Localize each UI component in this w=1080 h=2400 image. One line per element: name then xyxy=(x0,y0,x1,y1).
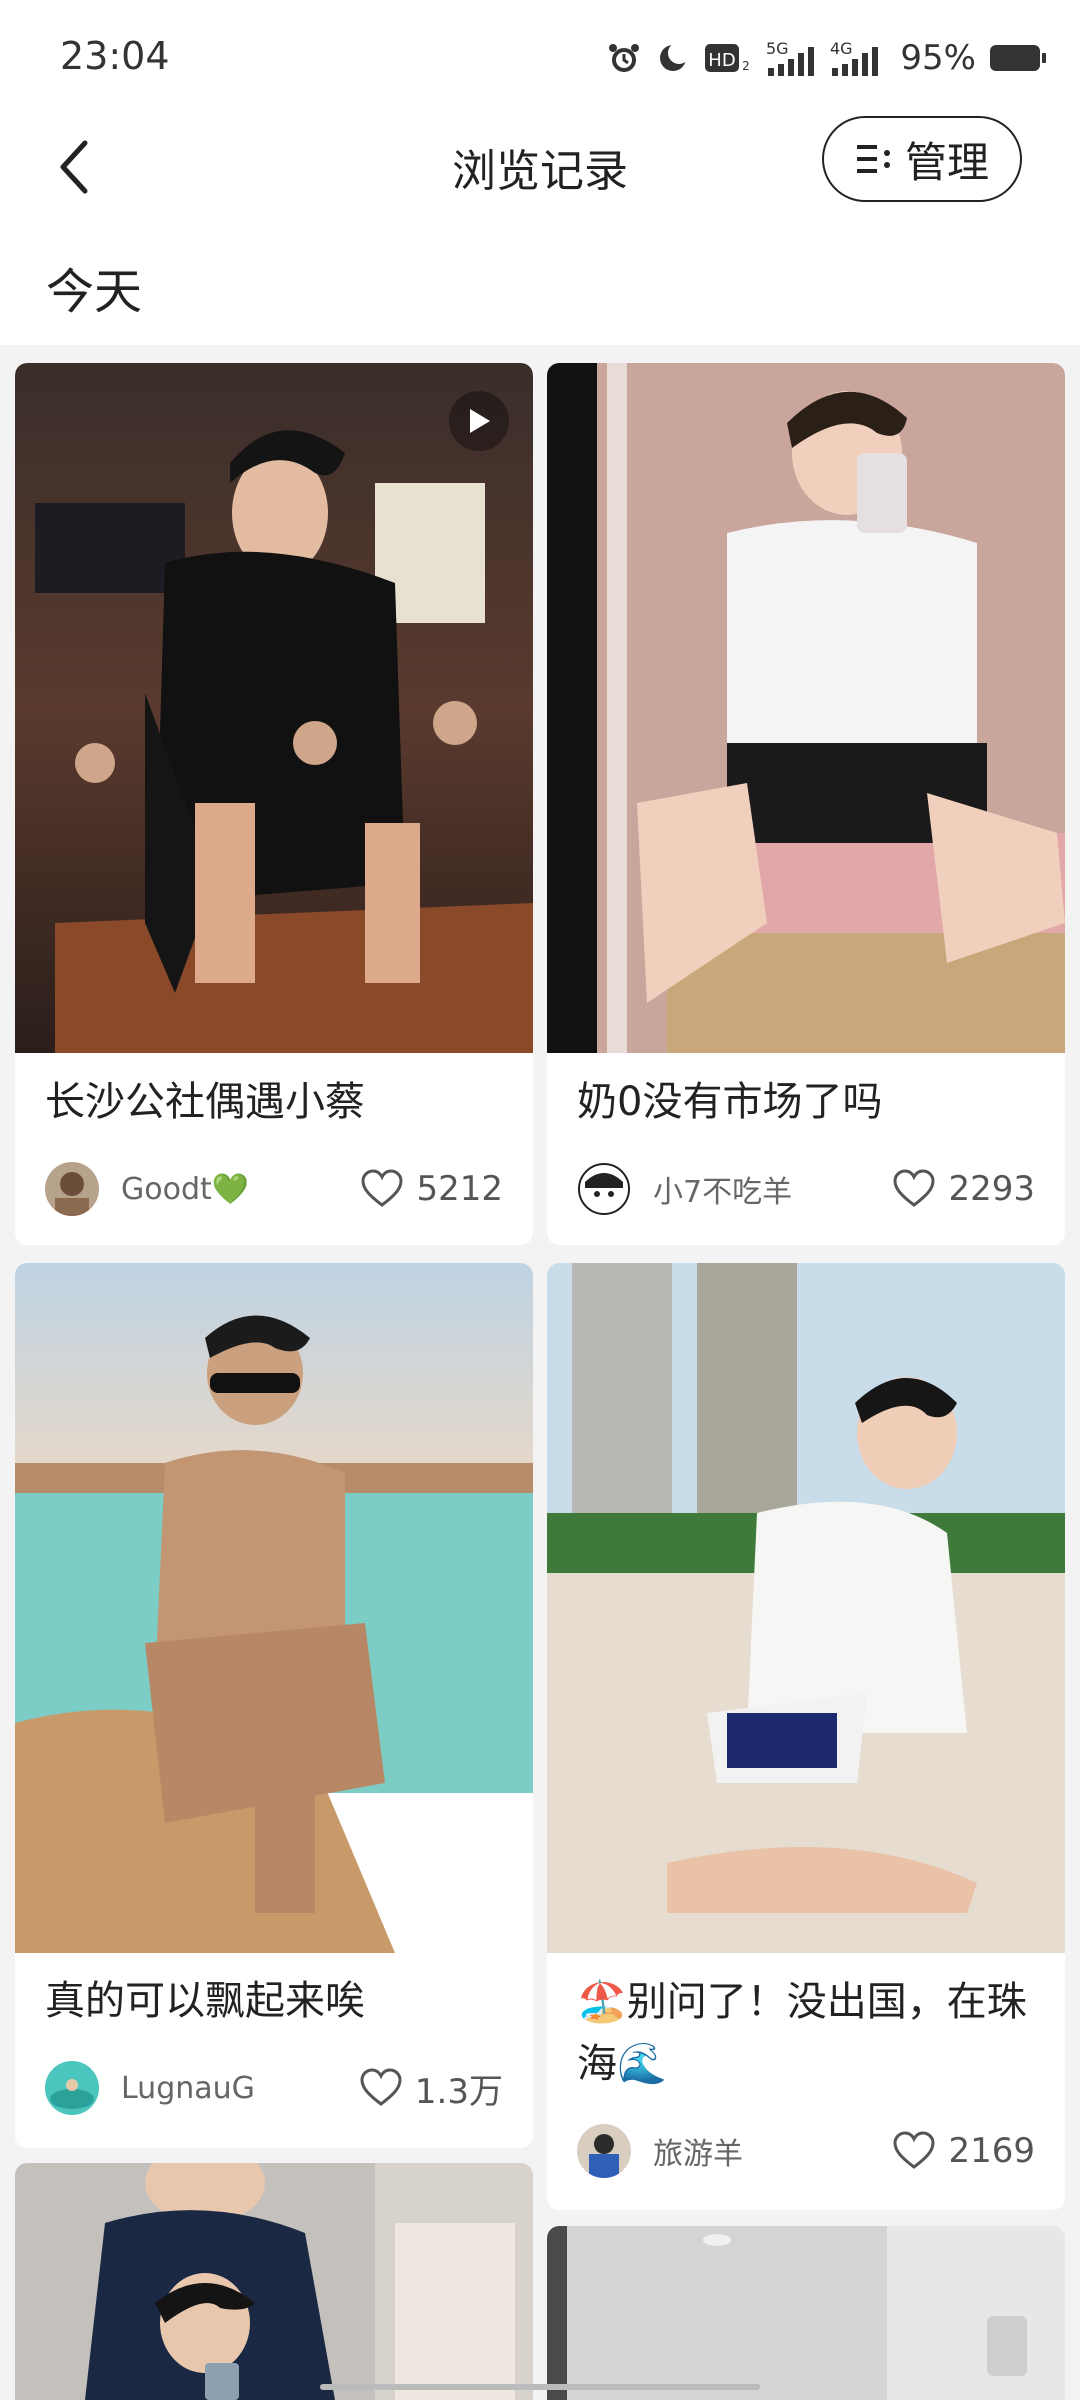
alarm-icon xyxy=(606,40,642,76)
battery-percent: 95% xyxy=(900,38,976,78)
status-time: 23:04 xyxy=(60,34,170,78)
5g-signal-icon: 5G xyxy=(766,38,816,78)
likes-count: 1.3万 xyxy=(414,2071,503,2112)
feed-card[interactable]: 奶0没有市场了吗 小7不吃羊 2293 xyxy=(547,363,1065,1245)
card-title[interactable]: 真的可以飘起来唉 xyxy=(45,1970,515,2032)
hd-icon: HD 2 xyxy=(704,40,752,76)
hd-label: HD xyxy=(709,50,736,71)
author-name[interactable]: LugnauG xyxy=(121,2071,359,2106)
author-name[interactable]: 小7不吃羊 xyxy=(653,1167,892,1211)
play-icon xyxy=(470,409,490,433)
heart-icon xyxy=(360,2068,402,2106)
card-meta: 旅游羊 2169 xyxy=(577,2121,1035,2181)
status-icons: HD 2 5G 4G 95% xyxy=(606,36,1046,80)
card-image[interactable] xyxy=(547,1263,1065,1953)
card-image[interactable] xyxy=(547,2226,1065,2400)
avatar[interactable] xyxy=(577,2124,631,2178)
card-image[interactable] xyxy=(547,363,1065,1053)
header: 浏览记录 管理 xyxy=(0,110,1080,220)
feed-card[interactable]: 真的可以飘起来唉 LugnauG 1.3万 xyxy=(15,1263,533,2148)
feed-card[interactable]: 🏖️别问了！没出国，在珠海🌊 旅游羊 2169 xyxy=(547,1263,1065,2210)
section-title-today: 今天 xyxy=(46,264,143,320)
card-meta: Goodt💚 5212 xyxy=(45,1159,503,1219)
likes-count: 2293 xyxy=(948,1169,1035,1209)
card-image[interactable] xyxy=(15,363,533,1053)
heart-icon xyxy=(893,1169,935,1207)
card-meta: 小7不吃羊 2293 xyxy=(577,1159,1035,1219)
author-name[interactable]: 旅游羊 xyxy=(653,2129,892,2173)
feed-card[interactable] xyxy=(15,2163,533,2400)
play-button[interactable] xyxy=(449,391,509,451)
manage-button[interactable]: 管理 xyxy=(822,116,1022,202)
heart-icon xyxy=(893,2131,935,2169)
avatar[interactable] xyxy=(45,2061,99,2115)
heart-icon xyxy=(361,1169,403,1207)
list-manage-icon xyxy=(856,145,890,173)
status-bar: 23:04 HD 2 5G 4G 95% xyxy=(0,0,1080,110)
like-button[interactable]: 2293 xyxy=(892,1169,1035,1209)
likes-count: 5212 xyxy=(416,1169,503,1209)
card-title[interactable]: 奶0没有市场了吗 xyxy=(577,1071,1047,1133)
likes-count: 2169 xyxy=(948,2131,1035,2171)
like-button[interactable]: 1.3万 xyxy=(359,2064,503,2113)
section-header: 今天 xyxy=(0,220,1080,345)
card-meta: LugnauG 1.3万 xyxy=(45,2058,503,2118)
svg-text:2: 2 xyxy=(743,59,751,73)
card-title[interactable]: 长沙公社偶遇小蔡 xyxy=(45,1071,515,1133)
home-indicator[interactable] xyxy=(320,2384,760,2390)
avatar[interactable] xyxy=(45,1162,99,1216)
feed-card[interactable]: 长沙公社偶遇小蔡 Goodt💚 5212 xyxy=(15,363,533,1245)
like-button[interactable]: 2169 xyxy=(892,2131,1035,2171)
feed-card[interactable] xyxy=(547,2226,1065,2400)
5g-label: 5G xyxy=(766,39,789,58)
battery-icon xyxy=(990,45,1046,71)
4g-label: 4G xyxy=(830,39,853,58)
avatar[interactable] xyxy=(577,1162,631,1216)
card-image[interactable] xyxy=(15,2163,533,2400)
like-button[interactable]: 5212 xyxy=(360,1169,503,1209)
manage-label: 管理 xyxy=(904,137,989,187)
4g-signal-icon: 4G xyxy=(830,38,880,78)
card-title[interactable]: 🏖️别问了！没出国，在珠海🌊 xyxy=(577,1971,1047,2095)
author-name[interactable]: Goodt💚 xyxy=(121,1172,360,1207)
moon-icon xyxy=(656,41,691,75)
card-image[interactable] xyxy=(15,1263,533,1953)
